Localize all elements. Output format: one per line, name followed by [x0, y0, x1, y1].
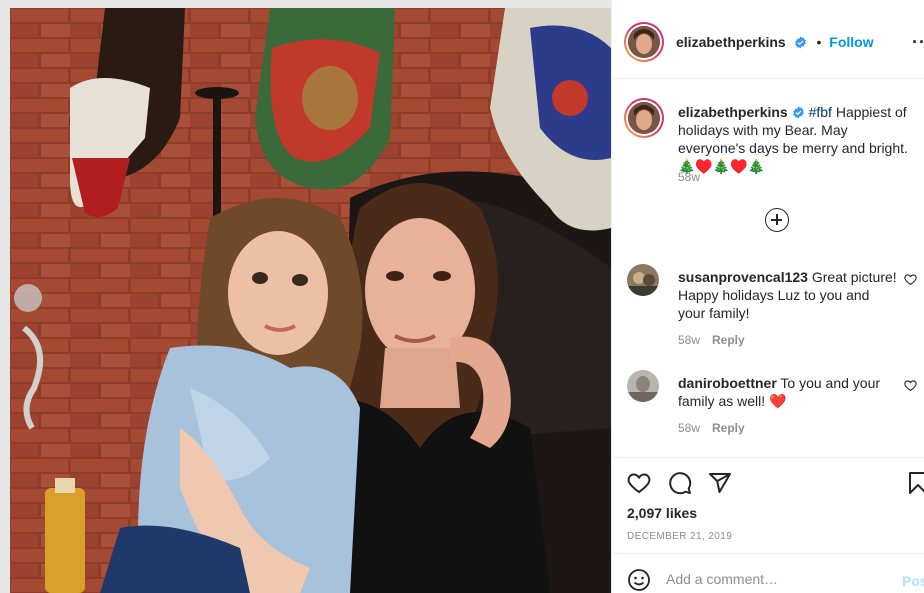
- post-details-panel: elizabethperkins • Follow ··· elizabethp…: [611, 0, 924, 593]
- commenter-avatar[interactable]: [627, 370, 659, 402]
- media-border-top: [0, 0, 611, 8]
- comment-timestamp[interactable]: 58w: [678, 421, 700, 435]
- media-border-left: [0, 0, 10, 593]
- post-media[interactable]: [0, 0, 611, 593]
- reply-button[interactable]: Reply: [712, 421, 745, 435]
- comment-timestamp[interactable]: 58w: [678, 333, 700, 347]
- like-comment-heart-icon[interactable]: [904, 379, 917, 392]
- post-header: elizabethperkins • Follow ···: [612, 0, 924, 79]
- follow-button[interactable]: Follow: [829, 34, 873, 50]
- author-avatar[interactable]: [624, 22, 664, 62]
- comment-bubble-icon[interactable]: [668, 471, 692, 495]
- like-comment-heart-icon[interactable]: [904, 273, 917, 286]
- caption-timestamp[interactable]: 58w: [678, 170, 700, 184]
- separator-dot: •: [816, 34, 822, 50]
- post-date[interactable]: DECEMBER 21, 2019: [627, 531, 732, 542]
- post-photo[interactable]: [10, 8, 611, 593]
- more-options-icon[interactable]: ···: [912, 32, 924, 53]
- paper-plane-icon[interactable]: [708, 471, 732, 495]
- heart-icon[interactable]: [627, 471, 651, 495]
- comment-meta: 58w Reply: [678, 421, 745, 435]
- comment-meta: 58w Reply: [678, 333, 745, 347]
- caption-username[interactable]: elizabethperkins: [678, 104, 788, 120]
- load-more-comments-icon[interactable]: [765, 208, 789, 232]
- caption-author-avatar[interactable]: [624, 98, 664, 138]
- commenter-avatar[interactable]: [627, 264, 659, 296]
- hashtag-link[interactable]: #fbf: [809, 104, 832, 120]
- commenter-username[interactable]: susanprovencal123: [678, 269, 808, 285]
- post-actions: 2,097 likes DECEMBER 21, 2019: [612, 457, 924, 553]
- comment-text: susanprovencal123 Great picture! Happy h…: [678, 268, 900, 322]
- verified-badge-icon: [794, 36, 806, 49]
- verified-badge-icon: [792, 106, 804, 119]
- photo-illustration: [10, 8, 611, 593]
- bookmark-icon[interactable]: [906, 471, 924, 495]
- author-line: elizabethperkins • Follow: [676, 34, 874, 50]
- post-comment-button[interactable]: Post: [902, 573, 924, 589]
- likes-count[interactable]: 2,097 likes: [627, 505, 697, 521]
- reply-button[interactable]: Reply: [712, 333, 745, 347]
- add-comment-bar: Post: [612, 553, 924, 593]
- commenter-username[interactable]: daniroboettner: [678, 375, 777, 391]
- caption-text: elizabethperkins #fbf Happiest of holida…: [678, 103, 918, 175]
- smiley-face-icon[interactable]: [627, 568, 651, 592]
- comment-input[interactable]: [666, 566, 886, 592]
- author-username[interactable]: elizabethperkins: [676, 34, 786, 50]
- comment-text: daniroboettner To you and your family as…: [678, 374, 900, 410]
